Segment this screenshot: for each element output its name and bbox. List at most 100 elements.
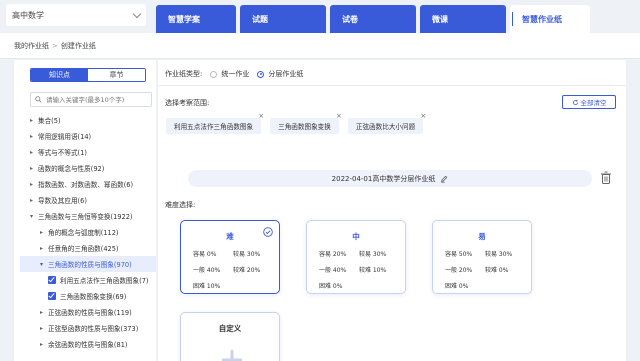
refresh-icon xyxy=(572,99,578,105)
caret-right-icon: ▸ xyxy=(30,148,34,156)
tree-item[interactable]: ▸ 函数的概念与性质(92) xyxy=(20,160,156,176)
ratio-cell: 一般 40% xyxy=(319,267,347,274)
breadcrumb-separator: > xyxy=(52,41,58,50)
search-icon xyxy=(35,96,42,103)
check-circle-icon xyxy=(263,227,273,237)
ratio-cell: 较易 30% xyxy=(233,251,261,258)
ratio-cell: 一般 20% xyxy=(445,267,473,274)
difficulty-card-custom[interactable]: 自定义 xyxy=(180,312,280,361)
tree-item-label: 三角函数图象变换(69) xyxy=(60,293,127,301)
checkbox-checked-icon[interactable] xyxy=(48,292,56,300)
radio-unified[interactable] xyxy=(210,70,218,78)
worksheet-type-label: 作业纸类型: xyxy=(165,70,203,78)
tree-item-label: 等式与不等式(1) xyxy=(38,149,87,157)
sidebar: 知识点 章节 ▸ 集合(5) ▸ 常用逻辑用语(14) ▸ 等式与不等式(1) ▸ 函数… xyxy=(14,60,156,361)
difficulty-distribution: 容易 20% 较易 30% 一般 40% 较难 10% 困难 0% xyxy=(319,249,399,290)
divider xyxy=(158,85,626,86)
tab-papers[interactable]: 试卷 xyxy=(330,5,416,33)
caret-right-icon: ▸ xyxy=(30,196,34,204)
difficulty-card-title: 易 xyxy=(478,232,486,241)
difficulty-distribution: 容易 50% 较易 30% 一般 20% 较难 0% 困难 0% xyxy=(445,249,525,290)
tree-item-label: 正弦函数的性质与图象(119) xyxy=(48,309,132,317)
tab-questions[interactable]: 试题 xyxy=(240,5,326,33)
caret-right-icon: ▸ xyxy=(40,308,44,316)
top-bar: 高中数学 智慧学案 试题 试卷 微课 智慧作业纸 xyxy=(0,0,640,33)
difficulty-card-easy[interactable]: 易 容易 50% 较易 30% 一般 20% 较难 0% 困难 0% xyxy=(432,220,532,294)
caret-right-icon: ▸ xyxy=(40,244,44,252)
tree-item[interactable]: ▸ 导数及其应用(6) xyxy=(20,192,156,208)
search-input[interactable] xyxy=(46,95,146,104)
ratio-cell: 较易 30% xyxy=(485,251,513,258)
tree-item[interactable]: ▸ 正弦型函数的性质与图象(373) xyxy=(20,320,156,336)
ratio-cell: 较易 30% xyxy=(359,251,387,258)
breadcrumb-root[interactable]: 我的作业纸 xyxy=(14,41,49,51)
seg-knowledge-points[interactable]: 知识点 xyxy=(31,69,88,81)
tree-item-label: 常用逻辑用语(14) xyxy=(38,133,92,141)
radio-unified-label[interactable]: 统一作业 xyxy=(221,69,249,79)
tree-item-label: 三角函数的性质与图象(970) xyxy=(48,261,132,269)
ratio-cell: 容易 20% xyxy=(319,251,347,258)
tab-micro-lessons[interactable]: 微课 xyxy=(420,5,506,33)
tree-item[interactable]: ▸ 角的概念与弧度制(112) xyxy=(20,224,156,240)
ratio-cell: 困难 10% xyxy=(193,283,221,290)
tree-item[interactable]: ▾ 三角函数与三角恒等变换(1922) xyxy=(20,208,156,224)
subject-select-value: 高中数学 xyxy=(12,10,44,20)
tree-item[interactable]: ▸ 集合(5) xyxy=(20,112,156,128)
caret-right-icon: ▸ xyxy=(30,164,34,172)
difficulty-card-title: 中 xyxy=(352,232,360,241)
caret-down-icon: ▾ xyxy=(40,260,44,268)
caret-right-icon: ▸ xyxy=(40,228,44,236)
plus-icon[interactable] xyxy=(221,349,243,361)
ratio-cell: 困难 0% xyxy=(445,283,469,290)
ratio-cell: 一般 40% xyxy=(193,267,221,274)
search-box xyxy=(30,92,152,107)
tree-item[interactable]: ▸ 指数函数、对数函数、幂函数(6) xyxy=(20,176,156,192)
ratio-cell: 困难 0% xyxy=(319,283,343,290)
tab-smart-study[interactable]: 智慧学案 xyxy=(156,5,236,33)
tree-item[interactable]: ▸ 等式与不等式(1) xyxy=(20,144,156,160)
close-icon[interactable]: × xyxy=(258,112,264,120)
chevron-down-icon xyxy=(132,9,142,18)
clear-all-button[interactable]: 全部清空 xyxy=(562,95,616,109)
checkbox-checked-icon[interactable] xyxy=(48,276,56,284)
module-tabs: 智慧学案 试题 试卷 微课 智慧作业纸 xyxy=(156,5,590,33)
topic-chip-label: 正弦函数比大小问题 xyxy=(355,123,416,131)
tab-smart-homework[interactable]: 智慧作业纸 xyxy=(510,5,590,33)
topic-chip: 三角函数图象变换 × xyxy=(270,112,342,134)
tree-item-label: 三角函数与三角恒等变换(1922) xyxy=(38,213,133,221)
tree-item[interactable]: ▸ 正弦函数的性质与图象(119) xyxy=(20,304,156,320)
clear-all-label: 全部清空 xyxy=(580,99,607,107)
tree-item[interactable]: ▸ 常用逻辑用语(14) xyxy=(20,128,156,144)
close-icon[interactable]: × xyxy=(336,112,342,120)
topic-chip-label: 利用五点法作三角函数图象 xyxy=(174,123,254,131)
worksheet-title-bar[interactable]: 2022-04-01高中数学分层作业纸 xyxy=(188,170,592,187)
ratio-cell: 容易 0% xyxy=(193,251,217,258)
tree-item[interactable]: ▸ 余弦函数的性质与图象(81) xyxy=(20,336,156,352)
sidebar-mode-toggle: 知识点 章节 xyxy=(30,68,146,82)
topic-chip-label: 三角函数图象变换 xyxy=(278,123,331,131)
seg-chapters[interactable]: 章节 xyxy=(88,69,145,81)
tree-leaf-checked[interactable]: 利用五点法作三角函数图象(7) xyxy=(20,272,156,288)
breadcrumb: 我的作业纸 > 创建作业纸 xyxy=(0,33,640,59)
topic-chip: 利用五点法作三角函数图象 × xyxy=(166,112,264,134)
subject-select[interactable]: 高中数学 xyxy=(6,4,146,26)
trash-icon[interactable] xyxy=(600,171,612,185)
tree-item-selected[interactable]: ▾ 三角函数的性质与图象(970) xyxy=(20,256,156,272)
tree-item-label: 指数函数、对数函数、幂函数(6) xyxy=(38,181,134,189)
difficulty-label: 难度选择: xyxy=(165,201,196,209)
tree-item[interactable]: ▸ 任意角的三角函数(425) xyxy=(20,240,156,256)
selected-topics: 利用五点法作三角函数图象 × 三角函数图象变换 × 正弦函数比大小问题 × xyxy=(166,112,426,134)
caret-right-icon: ▸ xyxy=(30,132,34,140)
topic-chip: 正弦函数比大小问题 × xyxy=(347,112,426,134)
ratio-cell: 较难 20% xyxy=(233,267,261,274)
tree-item-label: 角的概念与弧度制(112) xyxy=(48,229,119,237)
radio-tiered-label[interactable]: 分层作业纸 xyxy=(268,69,303,79)
close-icon[interactable]: × xyxy=(420,112,426,120)
difficulty-card-hard-selected[interactable]: 难 容易 0% 较易 30% 一般 40% 较难 20% 困难 10% xyxy=(180,220,280,294)
difficulty-card-medium[interactable]: 中 容易 20% 较易 30% 一般 40% 较难 10% 困难 0% xyxy=(306,220,406,294)
tree-leaf-checked[interactable]: 三角函数图象变换(69) xyxy=(20,288,156,304)
tree-item-label: 正弦型函数的性质与图象(373) xyxy=(48,325,139,333)
caret-right-icon: ▸ xyxy=(30,180,34,188)
radio-tiered-selected[interactable] xyxy=(257,70,265,78)
edit-icon[interactable] xyxy=(440,175,448,183)
